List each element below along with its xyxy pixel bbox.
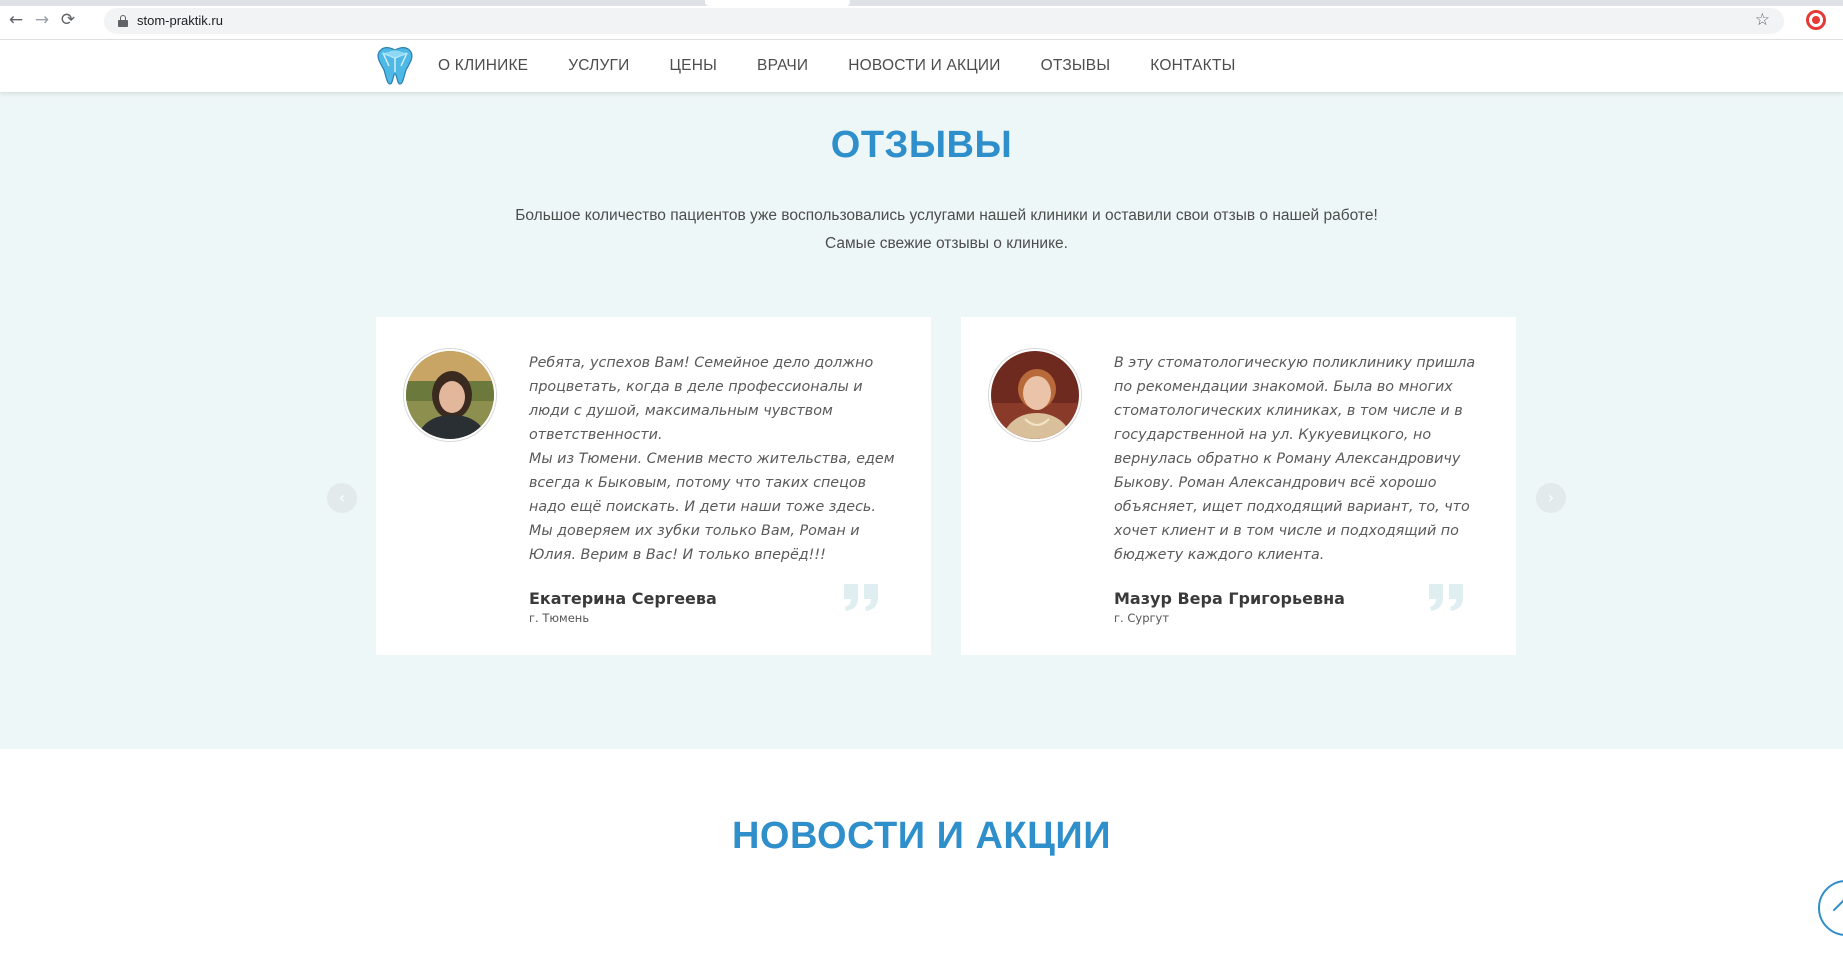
url-text[interactable]: stom-praktik.ru <box>137 13 223 28</box>
review-author: Екатерина Сергеева <box>529 589 717 608</box>
nav-news[interactable]: НОВОСТИ И АКЦИИ <box>848 57 1000 75</box>
nav-services[interactable]: УСЛУГИ <box>568 57 629 75</box>
nav-reviews[interactable]: ОТЗЫВЫ <box>1041 57 1111 75</box>
quote-icon <box>1427 582 1467 612</box>
nav-doctors[interactable]: ВРАЧИ <box>757 57 808 75</box>
forward-icon[interactable]: → <box>32 10 52 30</box>
browser-toolbar: ← → ⟳ stom-praktik.ru ☆ <box>0 0 1843 40</box>
tab-strip <box>0 0 1843 6</box>
nav-contacts[interactable]: КОНТАКТЫ <box>1150 57 1235 75</box>
address-bar[interactable]: stom-praktik.ru ☆ <box>104 8 1784 34</box>
news-title: НОВОСТИ И АКЦИИ <box>731 815 1112 857</box>
reviewer-avatar <box>989 349 1081 441</box>
back-icon[interactable]: ← <box>6 10 26 30</box>
tooth-logo-icon[interactable] <box>375 44 415 86</box>
reviews-intro: Большое количество пациентов уже восполь… <box>0 202 1843 258</box>
site-header: О КЛИНИКЕ УСЛУГИ ЦЕНЫ ВРАЧИ НОВОСТИ И АК… <box>0 40 1843 92</box>
review-card: Ребята, успехов Вам! Семейное дело должн… <box>376 317 931 655</box>
reviewer-avatar <box>404 349 496 441</box>
nav-about[interactable]: О КЛИНИКЕ <box>438 57 528 75</box>
reload-icon[interactable]: ⟳ <box>58 10 78 30</box>
review-author: Мазур Вера Григорьевна <box>1114 589 1345 608</box>
reviews-intro-line-1: Большое количество пациентов уже восполь… <box>515 207 1378 224</box>
slider-next-button[interactable]: › <box>1536 483 1566 513</box>
main-nav: О КЛИНИКЕ УСЛУГИ ЦЕНЫ ВРАЧИ НОВОСТИ И АК… <box>438 40 1276 92</box>
active-tab[interactable] <box>705 0 850 6</box>
scroll-to-top-button[interactable] <box>1818 880 1843 936</box>
review-card: В эту стоматологическую поликлинику приш… <box>961 317 1516 655</box>
slider-prev-button[interactable]: ‹ <box>327 483 357 513</box>
reviews-title: ОТЗЫВЫ <box>830 124 1013 166</box>
reviews-section: ОТЗЫВЫ Большое количество пациентов уже … <box>0 92 1843 749</box>
lock-icon[interactable] <box>118 15 128 27</box>
star-icon[interactable]: ☆ <box>1755 10 1770 30</box>
review-text: Ребята, успехов Вам! Семейное дело должн… <box>529 355 895 563</box>
review-city: г. Сургут <box>1114 611 1170 625</box>
extension-icon[interactable] <box>1806 10 1826 30</box>
quote-icon <box>842 582 882 612</box>
review-text: В эту стоматологическую поликлинику приш… <box>1114 355 1476 563</box>
reviews-intro-line-2: Самые свежие отзывы о клинике. <box>825 235 1068 252</box>
review-city: г. Тюмень <box>529 611 590 625</box>
nav-prices[interactable]: ЦЕНЫ <box>670 57 718 75</box>
